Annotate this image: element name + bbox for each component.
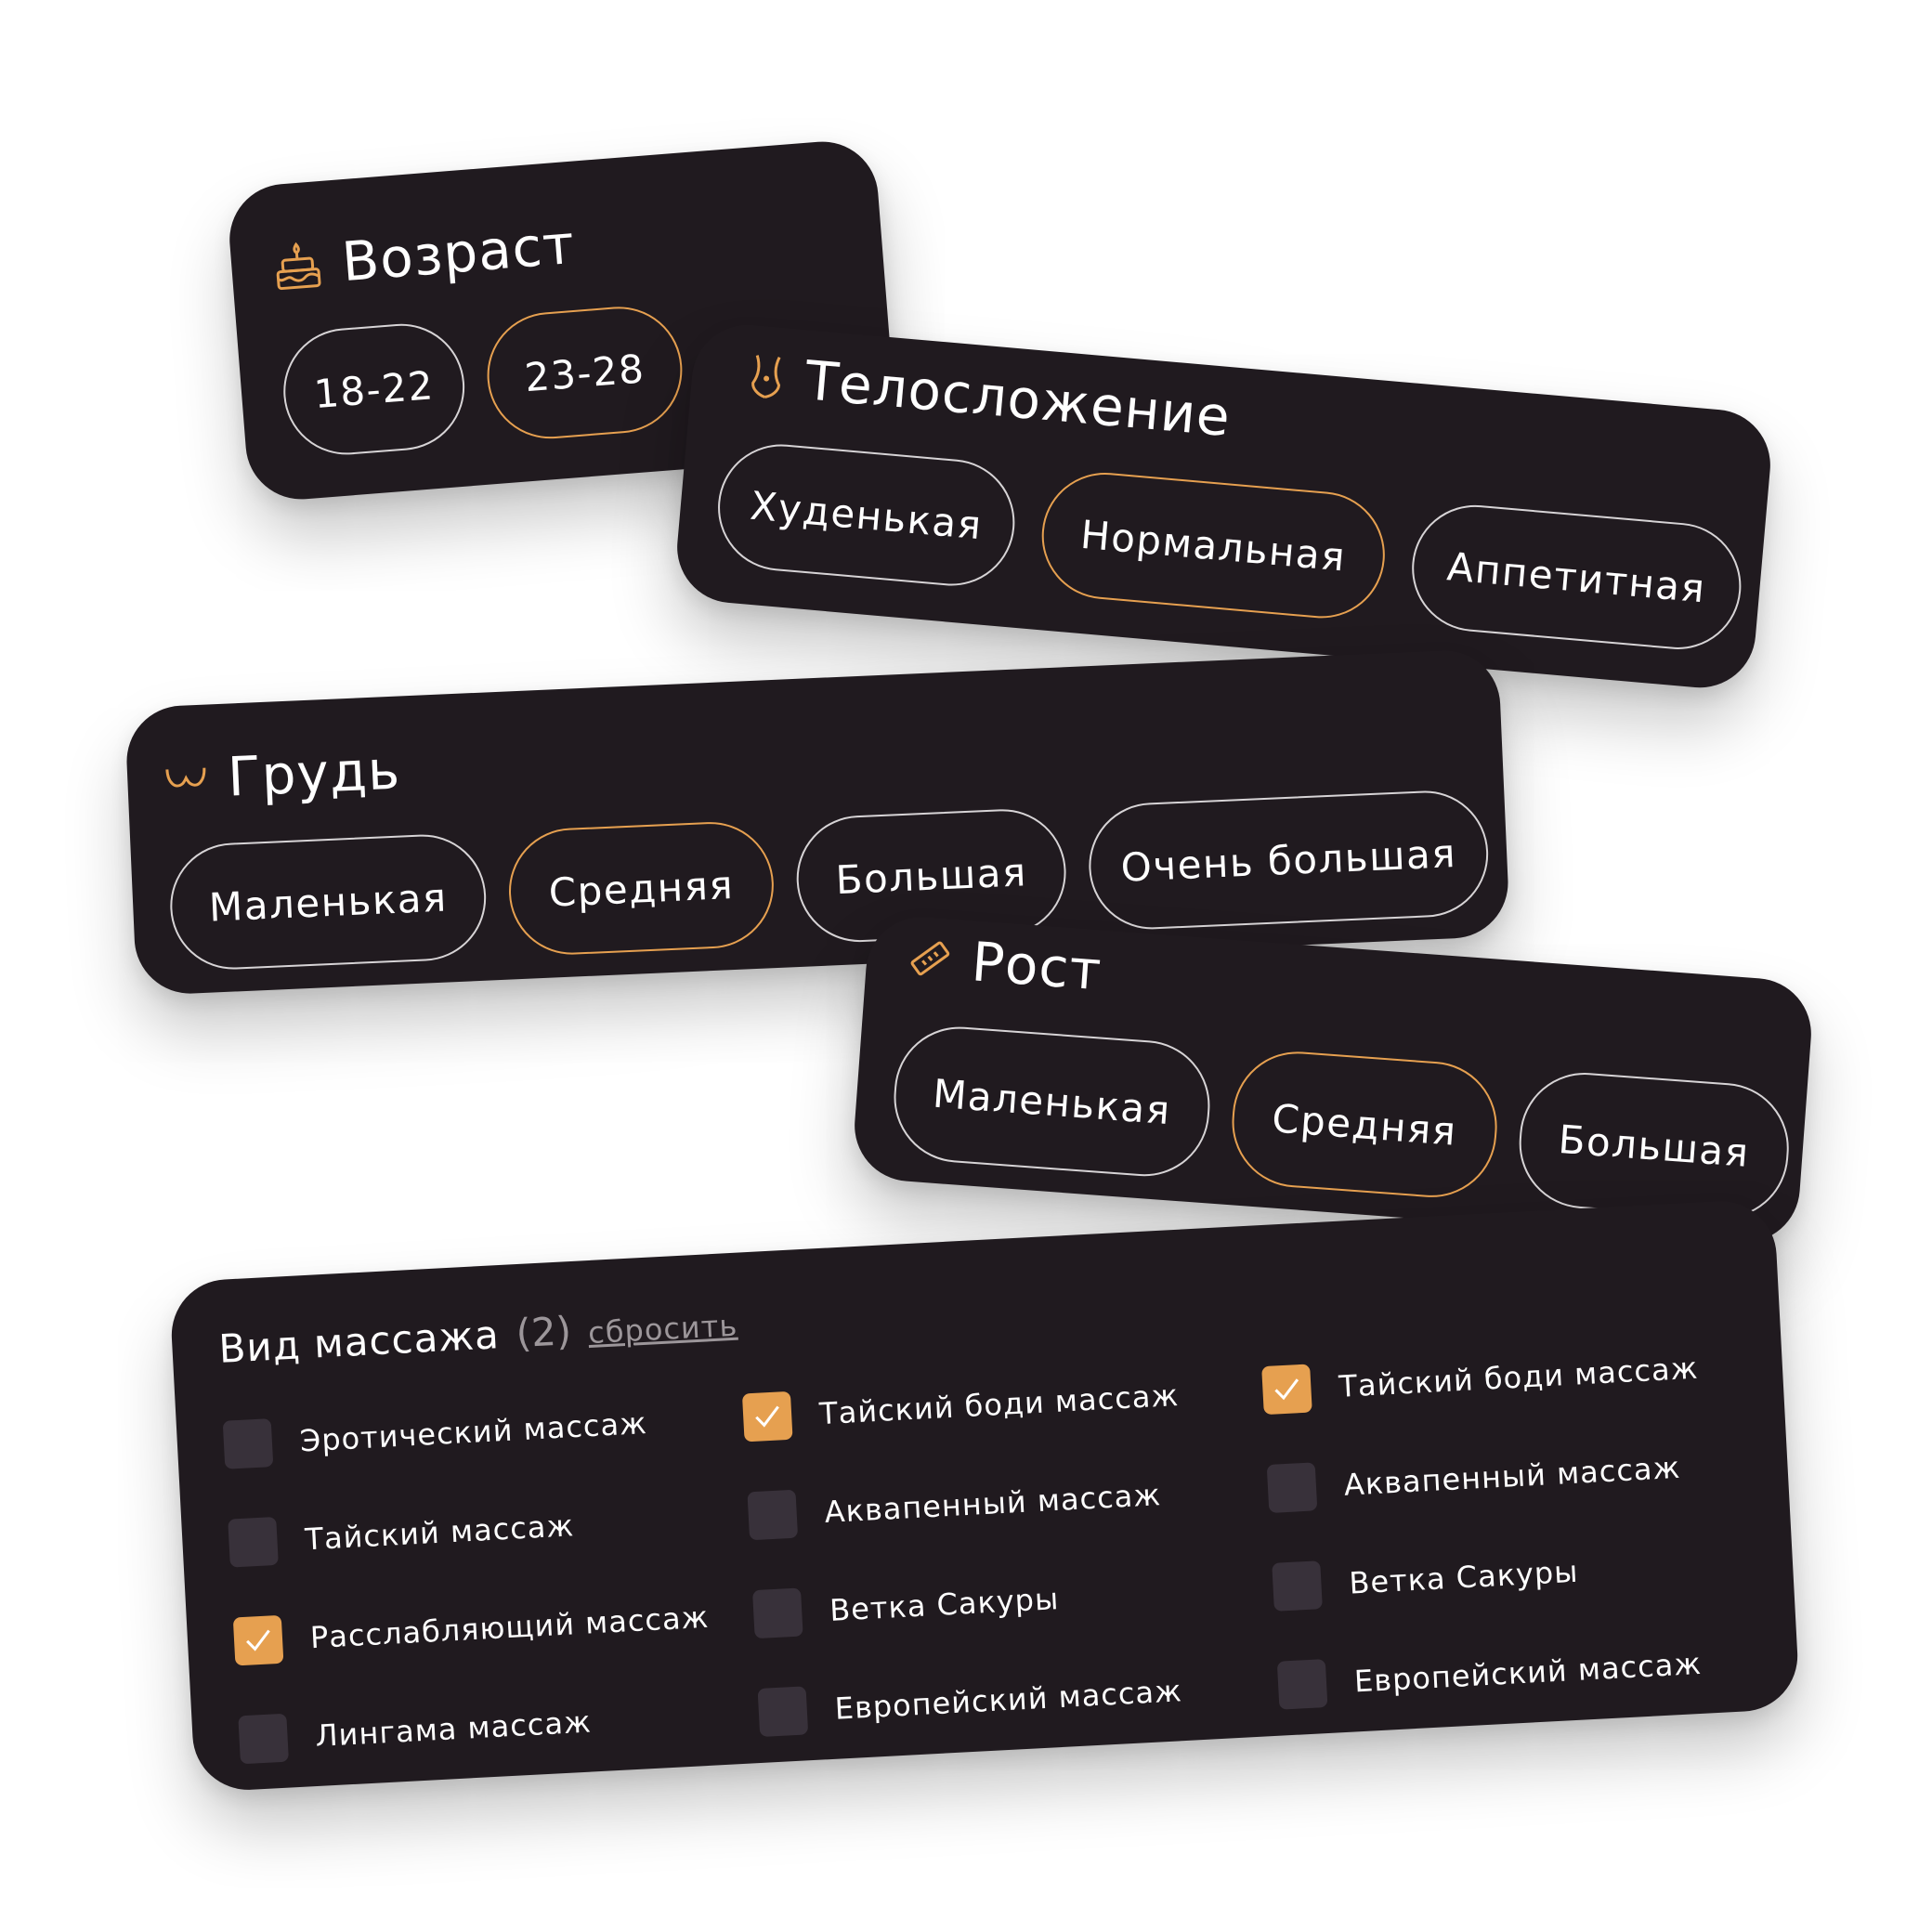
breast-title-label: Грудь: [226, 738, 402, 809]
checkbox-checked[interactable]: [741, 1390, 793, 1442]
massage-option[interactable]: Европейский массаж: [757, 1661, 1260, 1739]
checkbox[interactable]: [1276, 1659, 1328, 1710]
massage-option[interactable]: Эротический массаж: [222, 1393, 726, 1471]
massage-title: Вид массажа (2) сбросить: [217, 1299, 738, 1372]
massage-column-1: Эротический массаж Тайский массаж Рассла…: [222, 1393, 744, 1793]
breast-icon: [164, 764, 208, 794]
checkbox[interactable]: [757, 1686, 809, 1738]
age-title-label: Возраст: [339, 212, 578, 294]
massage-option[interactable]: Аквапенный массаж: [747, 1464, 1250, 1542]
massage-column-3: Тайский боди массаж Аквапенный массаж Ве…: [1261, 1338, 1782, 1758]
massage-option[interactable]: Европейский массаж: [1276, 1634, 1781, 1712]
height-option-large[interactable]: Большая: [1514, 1068, 1794, 1223]
breast-option-small[interactable]: Маленькая: [167, 831, 490, 973]
checkbox[interactable]: [747, 1489, 799, 1541]
massage-option[interactable]: Аквапенный массаж: [1266, 1437, 1770, 1515]
checkbox[interactable]: [1272, 1560, 1323, 1612]
checkbox[interactable]: [1266, 1462, 1318, 1513]
massage-option[interactable]: Тайский боди массаж: [741, 1365, 1246, 1443]
height-title-label: Рост: [969, 930, 1104, 1003]
massage-option[interactable]: Лингама массаж: [238, 1688, 741, 1766]
ruler-icon: [907, 935, 953, 981]
massage-type-filter-card: Вид массажа (2) сбросить Эротический мас…: [168, 1198, 1801, 1793]
massage-option[interactable]: Ветка Сакуры: [1272, 1535, 1775, 1613]
age-title: Возраст: [271, 213, 577, 299]
body-type-filter-card: Телосложение Худенькая Нормальная Аппети…: [672, 320, 1775, 693]
checkmark-icon: [755, 1405, 779, 1428]
massage-option[interactable]: Ветка Сакуры: [752, 1562, 1256, 1640]
body-option-normal[interactable]: Нормальная: [1037, 467, 1390, 624]
age-option-18-22[interactable]: 18-22: [279, 319, 470, 460]
selected-count: (2): [515, 1308, 573, 1357]
height-title: Рост: [907, 925, 1104, 1002]
cake-icon: [271, 239, 323, 293]
breast-title: Грудь: [163, 738, 402, 812]
age-option-23-28[interactable]: 23-28: [482, 302, 687, 444]
height-filter-card: Рост Маленькая Средняя Большая: [850, 913, 1816, 1247]
body-option-curvy[interactable]: Аппетитная: [1406, 500, 1747, 655]
breast-filter-card: Грудь Маленькая Средняя Большая Очень бо…: [124, 647, 1511, 997]
checkbox[interactable]: [228, 1516, 279, 1568]
height-option-medium[interactable]: Средняя: [1227, 1047, 1502, 1202]
massage-column-2: Тайский боди массаж Аквапенный массаж Ве…: [741, 1365, 1263, 1785]
breast-option-very-large[interactable]: Очень большая: [1086, 788, 1492, 933]
checkbox[interactable]: [238, 1713, 289, 1765]
body-figure-icon: [746, 351, 787, 402]
checkbox-checked[interactable]: [232, 1614, 284, 1666]
massage-title-label: Вид массажа: [217, 1312, 501, 1372]
height-option-small[interactable]: Маленькая: [889, 1022, 1215, 1181]
body-type-title-label: Телосложение: [803, 348, 1234, 450]
reset-link[interactable]: сбросить: [587, 1308, 738, 1351]
checkbox[interactable]: [222, 1418, 274, 1469]
massage-option[interactable]: Расслабляющий массаж: [232, 1589, 737, 1667]
body-option-thin[interactable]: Худенькая: [712, 438, 1021, 592]
massage-option[interactable]: Тайский боди массаж: [1261, 1338, 1765, 1416]
checkmark-icon: [246, 1629, 270, 1651]
body-type-title: Телосложение: [745, 344, 1234, 450]
massage-option[interactable]: Тайский массаж: [228, 1491, 731, 1569]
checkbox[interactable]: [752, 1587, 803, 1639]
breast-option-medium[interactable]: Средняя: [506, 819, 777, 958]
checkbox-checked[interactable]: [1261, 1364, 1312, 1416]
checkmark-icon: [1274, 1378, 1299, 1401]
